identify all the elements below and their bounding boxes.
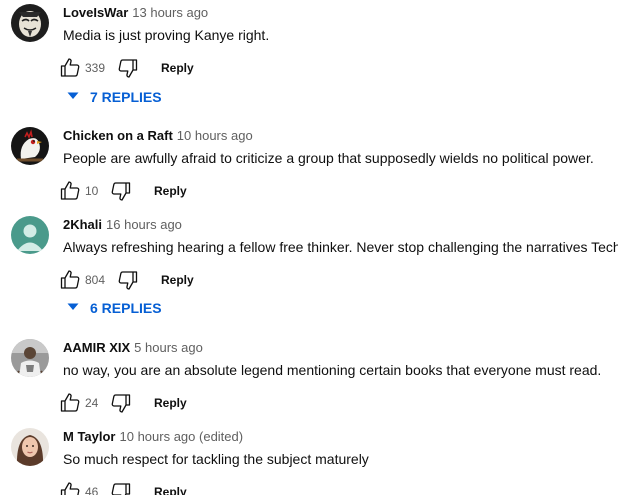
thumbs-up-icon[interactable] (58, 56, 82, 80)
comment-text: People are awfully afraid to criticize a… (63, 150, 594, 166)
comment-actions: 46 Reply (58, 480, 358, 495)
replies-count-label: 7 REPLIES (90, 89, 162, 105)
reply-button[interactable]: Reply (154, 182, 187, 200)
caret-down-icon (67, 92, 79, 99)
comment-author[interactable]: M Taylor (63, 429, 116, 444)
thumbs-down-icon[interactable] (109, 480, 133, 495)
like-count: 10 (85, 184, 99, 198)
chicken-avatar-icon[interactable] (11, 127, 49, 165)
thumbs-up-icon[interactable] (58, 391, 82, 415)
like-count: 804 (85, 273, 106, 287)
thumbs-up-icon[interactable] (58, 480, 82, 495)
thumbs-down-icon[interactable] (109, 391, 133, 415)
comment-actions: 10 Reply (58, 179, 358, 203)
like-count: 46 (85, 485, 99, 495)
comments-section: LoveIsWar 13 hours ago Media is just prov… (0, 0, 618, 495)
thumbs-down-icon[interactable] (116, 268, 140, 292)
comment-header: Chicken on a Raft 10 hours ago (63, 127, 253, 145)
thumbs-down-icon[interactable] (109, 179, 133, 203)
photo-avatar-icon[interactable] (11, 339, 49, 377)
comment-header: LoveIsWar 13 hours ago (63, 4, 208, 22)
comment-actions: 804 Reply (58, 268, 358, 292)
comment-text: no way, you are an absolute legend menti… (63, 362, 602, 378)
view-replies-button[interactable]: 7 REPLIES (67, 87, 162, 107)
comment-header: 2Khali 16 hours ago (63, 216, 182, 234)
comment-timestamp[interactable]: 13 hours ago (132, 5, 208, 20)
comment-author[interactable]: 2Khali (63, 217, 102, 232)
masked-face-icon[interactable] (11, 4, 49, 42)
thumbs-up-icon[interactable] (58, 268, 82, 292)
reply-button[interactable]: Reply (161, 59, 194, 77)
comment-author[interactable]: Chicken on a Raft (63, 128, 173, 143)
comment-timestamp[interactable]: 10 hours ago (edited) (120, 429, 244, 444)
comment-header: M Taylor 10 hours ago (edited) (63, 428, 243, 446)
thumbs-down-icon[interactable] (116, 56, 140, 80)
comment-actions: 24 Reply (58, 391, 358, 415)
comment-text: Media is just proving Kanye right. (63, 27, 270, 43)
like-count: 339 (85, 61, 106, 75)
comment-timestamp[interactable]: 5 hours ago (134, 340, 203, 355)
default-user-icon[interactable] (11, 216, 49, 254)
like-count: 24 (85, 396, 99, 410)
view-replies-button[interactable]: 6 REPLIES (67, 298, 162, 318)
comment-text: Always refreshing hearing a fellow free … (63, 237, 618, 257)
comment-timestamp[interactable]: 10 hours ago (177, 128, 253, 143)
reply-button[interactable]: Reply (161, 271, 194, 289)
replies-count-label: 6 REPLIES (90, 300, 162, 316)
portrait-avatar-icon[interactable] (11, 428, 49, 466)
comment-text-body: Always refreshing hearing a fellow free … (63, 239, 618, 255)
comment-timestamp[interactable]: 16 hours ago (106, 217, 182, 232)
comment-header: AAMIR XIX 5 hours ago (63, 339, 203, 357)
reply-button[interactable]: Reply (154, 394, 187, 412)
comment-actions: 339 Reply (58, 56, 358, 80)
comment-text: So much respect for tackling the subject… (63, 451, 369, 467)
reply-button[interactable]: Reply (154, 483, 187, 495)
comment-author[interactable]: AAMIR XIX (63, 340, 130, 355)
thumbs-up-icon[interactable] (58, 179, 82, 203)
comment-author[interactable]: LoveIsWar (63, 5, 128, 20)
caret-down-icon (67, 303, 79, 310)
